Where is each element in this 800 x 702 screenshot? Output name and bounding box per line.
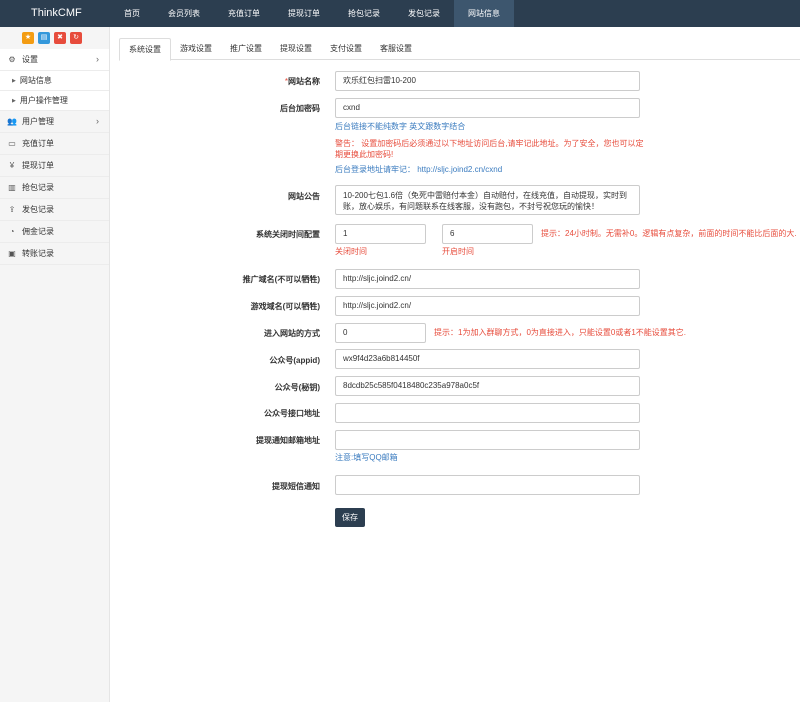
topnav-item-withdraw[interactable]: 提现订单 xyxy=(274,0,334,27)
sidebar-item-label: 提现订单 xyxy=(22,161,54,170)
site-name-label-text: 网站名称 xyxy=(288,77,320,86)
site-name-label: *网站名称 xyxy=(120,76,320,87)
sidebar-item-label: 用户管理 xyxy=(22,117,54,126)
topnav-item-send-records[interactable]: 发包记录 xyxy=(394,0,454,27)
entry-mode-input[interactable]: 0 xyxy=(335,323,426,343)
api-url-input[interactable] xyxy=(335,403,640,423)
sidebar-subitem-label: 用户操作管理 xyxy=(19,96,68,105)
appid-label: 公众号(appid) xyxy=(269,356,320,365)
sidebar-subitem-user-ops[interactable]: ▶ 用户操作管理 xyxy=(0,91,109,111)
site-name-input[interactable]: 欢乐红包扫雷10-200 xyxy=(335,71,640,91)
sidebar: ★ ▤ ✖ ↻ ⚙ 设置 › ▶ 网站信息 ▶ 用户操作管理 👥 用户管理 › … xyxy=(0,27,110,702)
topnav-item-home[interactable]: 首页 xyxy=(110,0,154,27)
quick-actions: ★ ▤ ✖ ↻ xyxy=(0,27,109,49)
withdraw-sms-input[interactable] xyxy=(335,475,640,495)
topnav-item-members[interactable]: 会员列表 xyxy=(154,0,214,27)
top-navbar: ThinkCMF 首页 会员列表 充值订单 提现订单 抢包记录 发包记录 网站信… xyxy=(0,0,800,27)
trash-icon[interactable]: ✖ xyxy=(54,32,66,44)
tab-service-settings[interactable]: 客服设置 xyxy=(371,38,421,60)
admin-login-url: 后台登录地址请牢记： http://sljc.joind2.cn/cxnd xyxy=(335,165,503,174)
sidebar-item-transfer[interactable]: ▣ 转账记录 xyxy=(0,243,109,265)
image-icon: ▣ xyxy=(8,248,16,258)
sidebar-item-label: 充值订单 xyxy=(22,139,54,148)
sidebar-item-settings[interactable]: ⚙ 设置 › xyxy=(0,49,109,71)
chevron-right-icon: › xyxy=(96,54,99,64)
tab-withdraw-settings[interactable]: 提现设置 xyxy=(271,38,321,60)
close-time-hint: 提示：24小时制。无需补0。逻辑有点复杂，前面的时间不能比后面的大. xyxy=(541,229,797,238)
withdraw-sms-label: 提现短信通知 xyxy=(272,482,320,491)
sidebar-item-label: 佣金记录 xyxy=(22,227,54,236)
close-time-input[interactable]: 1 xyxy=(335,224,426,244)
sidebar-item-label: 转账记录 xyxy=(22,249,54,258)
sidebar-item-recharge[interactable]: ▭ 充值订单 xyxy=(0,133,109,155)
star-icon[interactable]: ★ xyxy=(22,32,34,44)
withdraw-email-label: 提现通知邮箱地址 xyxy=(256,436,320,445)
sidebar-item-grab-records[interactable]: ▥ 抢包记录 xyxy=(0,177,109,199)
entry-mode-label: 进入网站的方式 xyxy=(264,329,320,338)
admin-code-label: 后台加密码 xyxy=(280,104,320,113)
topnav-item-recharge[interactable]: 充值订单 xyxy=(214,0,274,27)
top-nav-menu: 首页 会员列表 充值订单 提现订单 抢包记录 发包记录 网站信息 xyxy=(110,0,514,27)
notice-textarea[interactable]: 10-200七包1.6倍（免死中雷赔付本金）自动赔付，在线充值，自动提现，实时到… xyxy=(335,185,640,215)
secret-input[interactable]: 8dcdb25c585f0418480c235a978a0c5f xyxy=(335,376,640,396)
withdraw-email-input[interactable] xyxy=(335,430,640,450)
withdraw-email-hint: 注意:填写QQ邮箱 xyxy=(335,453,398,462)
sidebar-item-label: 发包记录 xyxy=(22,205,54,214)
open-time-caption: 开启时间 xyxy=(442,247,474,256)
secret-label: 公众号(秘钥) xyxy=(274,383,320,392)
api-url-label: 公众号接口地址 xyxy=(264,409,320,418)
promo-domain-label: 推广域名(不可以牺牲) xyxy=(242,275,320,284)
admin-code-hint: 后台链接不能纯数字 英文跟数字结合 xyxy=(335,122,466,131)
sidebar-item-commission[interactable]: ◔ 佣金记录 xyxy=(0,221,109,243)
game-domain-input[interactable]: http://sljc.joind2.cn/ xyxy=(335,296,640,316)
tab-promo-settings[interactable]: 推广设置 xyxy=(221,38,271,60)
admin-code-input[interactable]: cxnd xyxy=(335,98,640,118)
close-time-label: 系统关闭时间配置 xyxy=(256,230,320,239)
tab-game-settings[interactable]: 游戏设置 xyxy=(171,38,221,60)
file-icon[interactable]: ▤ xyxy=(38,32,50,44)
topnav-item-site-info[interactable]: 网站信息 xyxy=(454,0,514,27)
chevron-right-icon: › xyxy=(96,116,99,126)
pie-chart-icon: ◔ xyxy=(9,226,15,236)
sidebar-item-withdraw[interactable]: ¥ 提现订单 xyxy=(0,155,109,177)
sidebar-item-send-records[interactable]: ⇪ 发包记录 xyxy=(0,199,109,221)
close-time-caption: 关闭时间 xyxy=(335,247,367,256)
card-icon: ▭ xyxy=(8,138,16,148)
sidebar-subitem-label: 网站信息 xyxy=(19,76,52,85)
open-time-input[interactable]: 6 xyxy=(442,224,533,244)
admin-code-warning: 警告： 设置加密码后必须通过以下地址访问后台,请牢记此地址。为了安全，您也可以定… xyxy=(335,139,644,159)
gears-icon: ⚙ xyxy=(8,54,16,64)
bar-chart-icon: ▥ xyxy=(8,182,16,192)
refresh-icon[interactable]: ↻ xyxy=(70,32,82,44)
tab-system-settings[interactable]: 系统设置 xyxy=(119,38,171,61)
sidebar-item-label: 设置 xyxy=(22,55,38,64)
notice-label: 网站公告 xyxy=(288,192,320,201)
tab-payment-settings[interactable]: 支付设置 xyxy=(321,38,371,60)
appid-input[interactable]: wx9f4d23a6b814450f xyxy=(335,349,640,369)
users-icon: 👥 xyxy=(7,116,17,126)
game-domain-label: 游戏域名(可以牺牲) xyxy=(250,302,320,311)
sidebar-item-users[interactable]: 👥 用户管理 › xyxy=(0,111,109,133)
brand-logo[interactable]: ThinkCMF xyxy=(0,0,110,27)
settings-tabs: 系统设置 游戏设置 推广设置 提现设置 支付设置 客服设置 xyxy=(119,38,800,61)
promo-domain-input[interactable]: http://sljc.joind2.cn/ xyxy=(335,269,640,289)
upload-icon: ⇪ xyxy=(8,204,16,214)
sidebar-subitem-site-info[interactable]: ▶ 网站信息 xyxy=(0,71,109,91)
caret-right-icon: ▶ xyxy=(12,77,16,84)
save-button[interactable]: 保存 xyxy=(335,508,365,527)
yen-icon: ¥ xyxy=(9,160,15,170)
sidebar-item-label: 抢包记录 xyxy=(22,183,54,192)
entry-mode-hint: 提示：1为加入群聊方式，0为直接进入，只能设置0或者1不能设置其它. xyxy=(434,328,687,337)
caret-right-icon: ▶ xyxy=(12,97,16,104)
topnav-item-grab-records[interactable]: 抢包记录 xyxy=(334,0,394,27)
